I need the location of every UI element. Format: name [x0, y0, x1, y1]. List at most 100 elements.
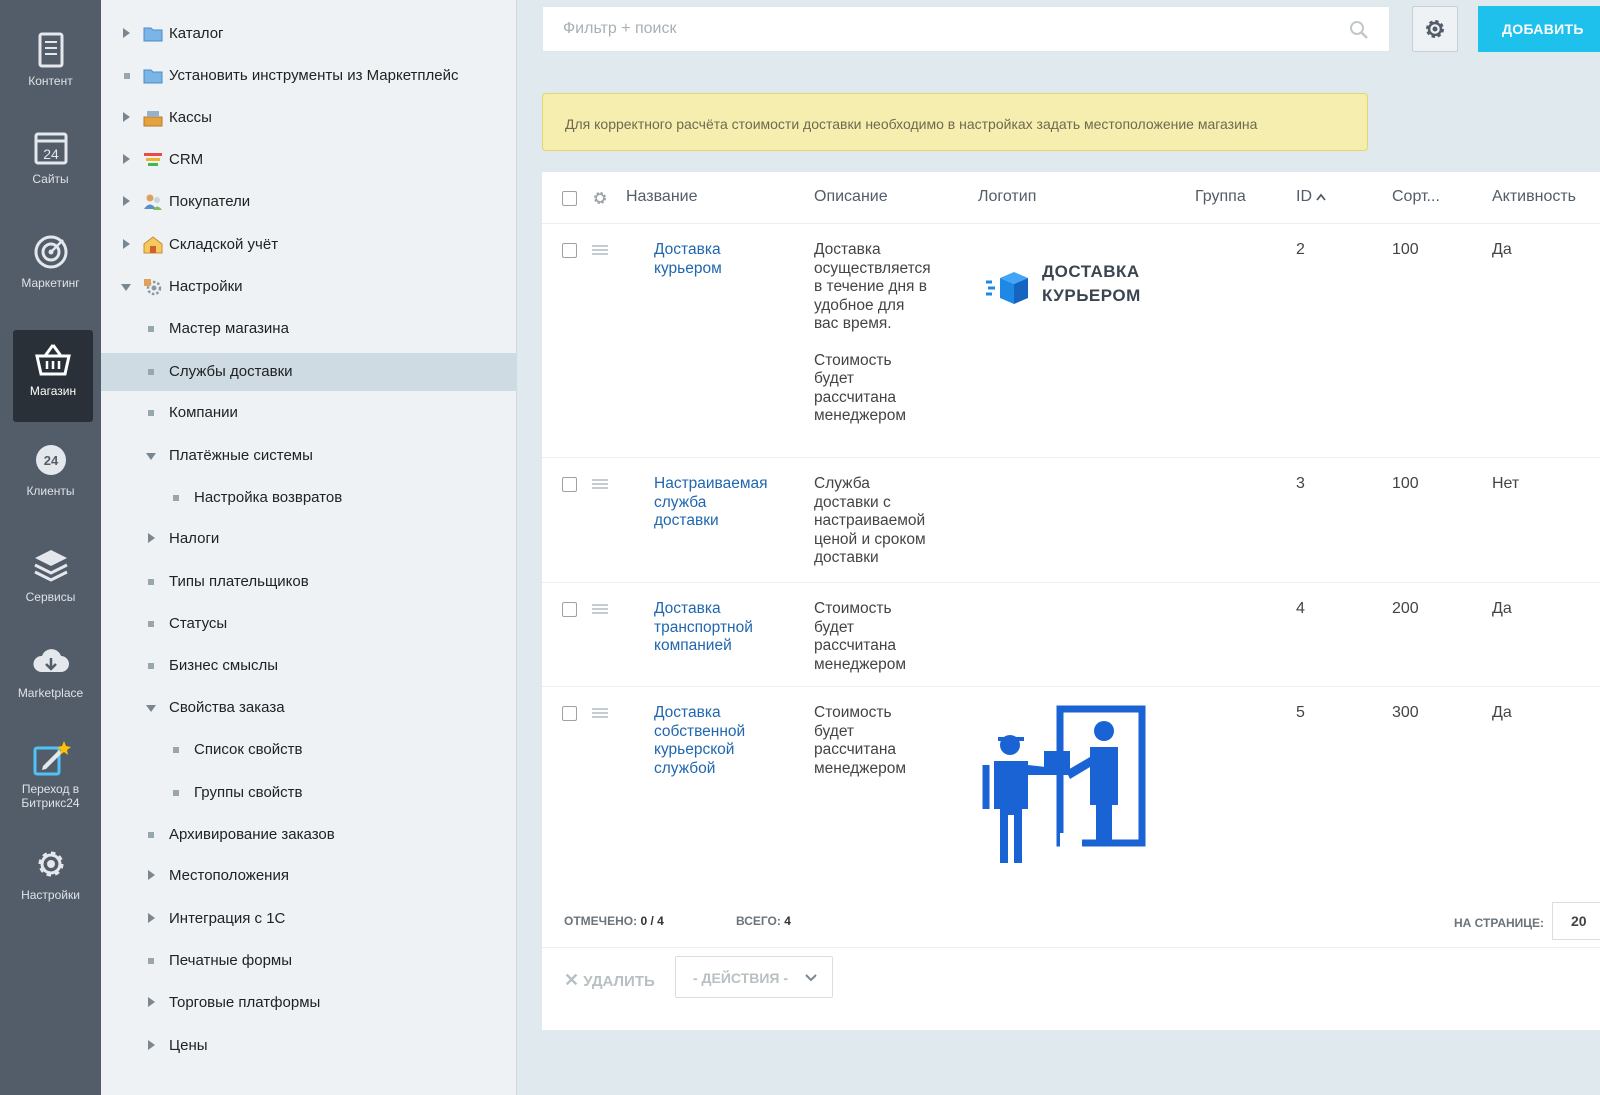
expand-arrow-icon[interactable]: [123, 196, 130, 206]
expand-arrow-icon[interactable]: [123, 239, 130, 249]
tree-item-customers[interactable]: Покупатели: [101, 183, 517, 221]
expand-arrow-icon[interactable]: [148, 870, 155, 880]
tree-item-payment-systems[interactable]: Платёжные системы: [101, 437, 517, 475]
tree-item-store-wizard[interactable]: Мастер магазина: [101, 310, 517, 348]
row-description: Стоимость будет рассчитана менеджером: [814, 704, 906, 778]
expand-arrow-icon[interactable]: [148, 997, 155, 1007]
delete-button[interactable]: ✕ УДАЛИТЬ: [564, 970, 655, 991]
name-line: службой: [654, 759, 716, 777]
tree-item-prices[interactable]: Цены: [101, 1027, 517, 1065]
tree-item-property-list[interactable]: Список свойств: [101, 731, 517, 769]
column-header-name[interactable]: Название: [626, 188, 698, 206]
rail-label: Переход в Битрикс24: [21, 782, 80, 810]
tree-item-property-groups[interactable]: Группы свойств: [101, 774, 517, 812]
column-header-group[interactable]: Группа: [1195, 188, 1246, 206]
tree-item-warehouse[interactable]: Складской учёт: [101, 226, 517, 264]
tree-item-1c-integration[interactable]: Интеграция с 1С: [101, 900, 517, 938]
per-page-select[interactable]: 20: [1552, 902, 1600, 940]
row-name-link[interactable]: Доставка курьером: [654, 241, 722, 278]
row-description: Служба доставки с настраиваемой ценой и …: [814, 475, 926, 568]
tree-item-settings[interactable]: Настройки: [101, 268, 517, 306]
rail-item-sites[interactable]: 24 Сайты: [0, 128, 101, 186]
tree-item-payer-types[interactable]: Типы плательщиков: [101, 563, 517, 601]
column-header-active[interactable]: Активность: [1492, 188, 1576, 206]
svg-text:24: 24: [43, 146, 59, 162]
rail-item-marketing[interactable]: Маркетинг: [0, 232, 101, 290]
rail-item-clients[interactable]: 24 Клиенты: [0, 440, 101, 498]
column-header-description[interactable]: Описание: [814, 188, 888, 206]
row-active: Да: [1492, 704, 1512, 721]
column-settings-gear-icon[interactable]: [592, 190, 608, 206]
actions-dropdown[interactable]: - ДЕЙСТВИЯ -: [675, 956, 833, 998]
expand-arrow-icon[interactable]: [148, 533, 155, 543]
row-checkbox[interactable]: [562, 243, 577, 258]
add-button[interactable]: ДОБАВИТЬ: [1478, 6, 1600, 52]
rail-item-shop[interactable]: Магазин: [13, 330, 93, 422]
row-name-link[interactable]: Настраиваемая служба доставки: [654, 475, 768, 531]
collapse-arrow-icon[interactable]: [121, 284, 131, 291]
tree-item-taxes[interactable]: Налоги: [101, 520, 517, 558]
selected-counter-value: 0 / 4: [640, 914, 664, 928]
rail-label: Сайты: [32, 172, 69, 186]
layers-icon: [33, 550, 68, 582]
expand-arrow-icon[interactable]: [123, 154, 130, 164]
row-checkbox[interactable]: [562, 477, 577, 492]
tree-item-delivery-services[interactable]: Службы доставки: [101, 353, 517, 391]
tree-item-order-properties[interactable]: Свойства заказа: [101, 689, 517, 727]
grid-counters: ОТМЕЧЕНО: 0 / 4 ВСЕГО: 4 НА СТРАНИЦЕ: 20: [542, 892, 1600, 948]
row-checkbox[interactable]: [562, 602, 577, 617]
drag-handle-icon[interactable]: [592, 479, 608, 489]
rail-item-content[interactable]: Контент: [0, 30, 101, 88]
column-header-logo[interactable]: Логотип: [978, 188, 1036, 206]
select-all-checkbox[interactable]: [562, 191, 577, 206]
tree-item-statuses[interactable]: Статусы: [101, 605, 517, 643]
drag-handle-icon[interactable]: [592, 604, 608, 614]
expand-arrow-icon[interactable]: [148, 1040, 155, 1050]
drag-handle-icon[interactable]: [592, 708, 608, 718]
clients-24-icon: 24: [35, 445, 66, 475]
tree-item-order-archiving[interactable]: Архивирование заказов: [101, 816, 517, 854]
name-line: собственной: [654, 722, 746, 740]
tree-item-companies[interactable]: Компании: [101, 394, 517, 432]
bullet-icon: [173, 747, 179, 753]
search-icon[interactable]: [1349, 20, 1369, 40]
row-name-link[interactable]: Доставка собственной курьерской службой: [654, 704, 745, 778]
column-header-sort[interactable]: Сорт...: [1392, 188, 1440, 206]
tree-item-locations[interactable]: Местоположения: [101, 857, 517, 895]
tree-item-catalog[interactable]: Каталог: [101, 15, 517, 53]
tree-item-marketplace-tools[interactable]: Установить инструменты из Маркетплейс: [101, 57, 517, 95]
table-row[interactable]: Доставка транспортной компанией Стоимост…: [542, 583, 1600, 687]
tree-item-refund-settings[interactable]: Настройка возвратов: [101, 479, 517, 517]
desc-line: рассчитана: [814, 637, 897, 654]
filter-search-box[interactable]: [542, 6, 1390, 52]
cashbox-icon: [143, 111, 163, 127]
tree-item-print-forms[interactable]: Печатные формы: [101, 942, 517, 980]
collapse-arrow-icon[interactable]: [146, 705, 156, 712]
row-name-link[interactable]: Доставка транспортной компанией: [654, 600, 753, 656]
drag-handle-icon[interactable]: [592, 245, 608, 255]
grid-settings-button[interactable]: [1412, 6, 1458, 52]
rail-item-marketplace[interactable]: Marketplace: [0, 642, 101, 700]
rail-item-services[interactable]: Сервисы: [0, 546, 101, 604]
tree-item-business-values[interactable]: Бизнес смыслы: [101, 647, 517, 685]
table-row[interactable]: Доставка собственной курьерской службой …: [542, 687, 1600, 892]
expand-arrow-icon[interactable]: [148, 913, 155, 923]
rail-item-settings[interactable]: Настройки: [0, 844, 101, 902]
expand-arrow-icon[interactable]: [123, 28, 130, 38]
collapse-arrow-icon[interactable]: [146, 453, 156, 460]
tree-item-crm[interactable]: CRM: [101, 141, 517, 179]
rail-item-bitrix24[interactable]: Переход в Битрикс24: [0, 738, 101, 810]
folder-icon: [143, 27, 163, 42]
desc-line: Доставка: [814, 241, 881, 258]
table-row[interactable]: Доставка курьером Доставка осуществляетс…: [542, 224, 1600, 458]
bullet-icon: [148, 369, 154, 375]
column-header-id[interactable]: ID: [1296, 188, 1327, 206]
search-input[interactable]: [543, 7, 1323, 51]
tree-item-trading-platforms[interactable]: Торговые платформы: [101, 984, 517, 1022]
tree-item-cashboxes[interactable]: Кассы: [101, 99, 517, 137]
row-checkbox[interactable]: [562, 706, 577, 721]
expand-arrow-icon[interactable]: [123, 112, 130, 122]
gear-icon: [38, 851, 63, 877]
name-line: Доставка: [654, 704, 721, 721]
table-row[interactable]: Настраиваемая служба доставки Служба дос…: [542, 458, 1600, 583]
